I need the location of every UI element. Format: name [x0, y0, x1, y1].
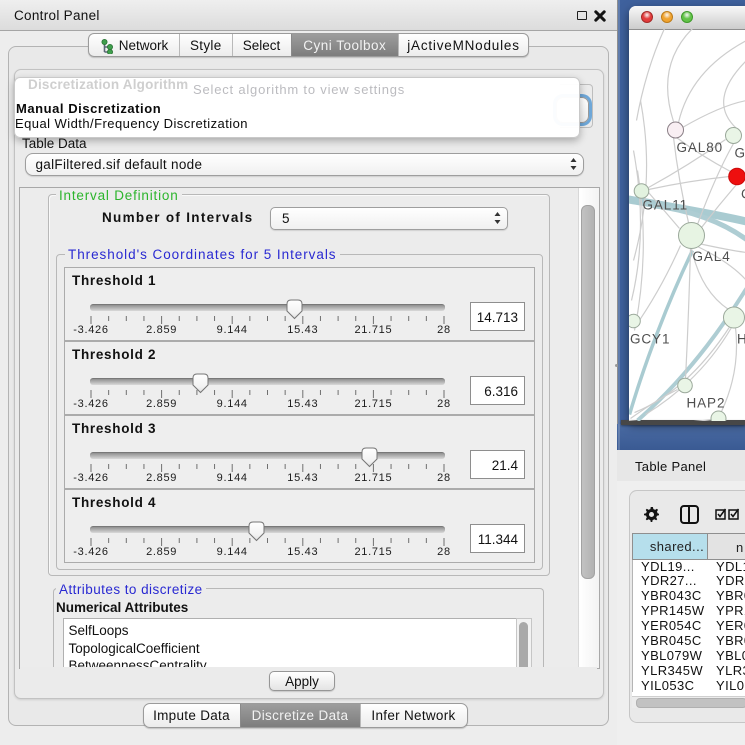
- svg-text:C: C: [741, 186, 745, 201]
- svg-text:GAL4: GAL4: [692, 249, 730, 264]
- svg-text:GAL80: GAL80: [676, 140, 723, 155]
- svg-text:GCY1: GCY1: [630, 331, 670, 346]
- svg-text:HAP2: HAP2: [686, 395, 725, 410]
- svg-text:H: H: [737, 331, 745, 346]
- svg-text:GA: GA: [734, 145, 745, 160]
- svg-text:GAL11: GAL11: [642, 197, 688, 212]
